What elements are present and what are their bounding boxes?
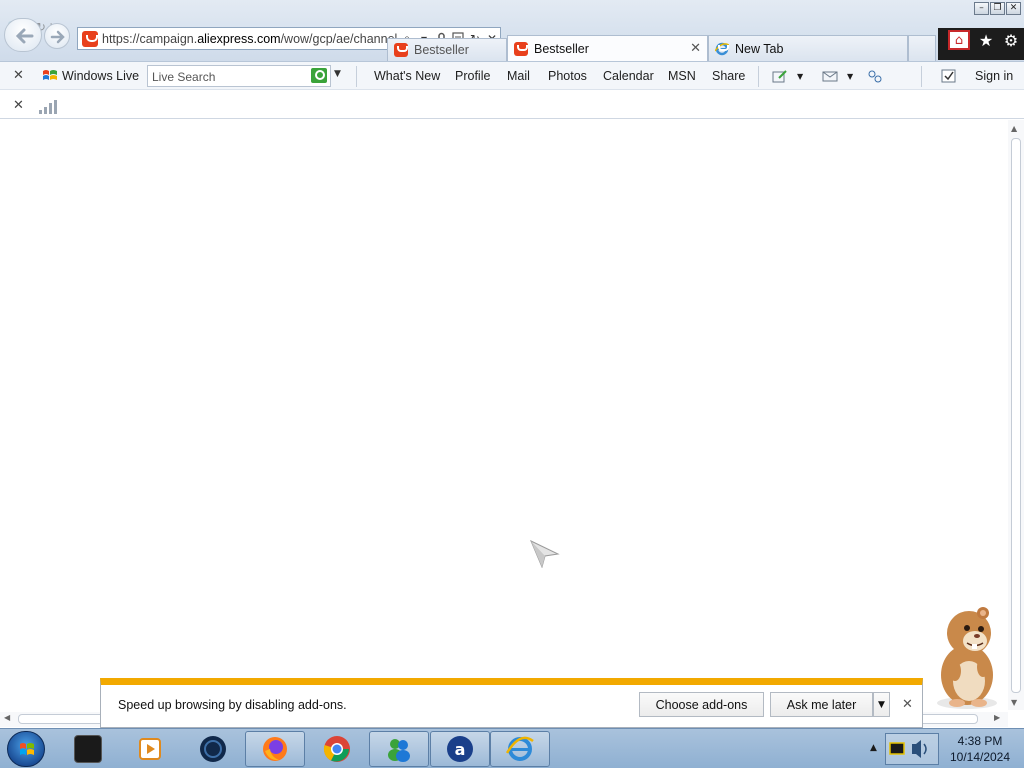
windows-live-label[interactable]: Windows Live: [62, 69, 139, 83]
aliexpress-favicon-icon: [82, 30, 98, 47]
taskbar-chrome[interactable]: [307, 731, 367, 767]
taskbar-messenger[interactable]: [369, 731, 429, 767]
taskbar-globe-app[interactable]: [183, 731, 243, 767]
back-button[interactable]: [4, 18, 42, 52]
scroll-down-icon[interactable]: ▼: [1011, 698, 1017, 707]
mail-envelope-icon[interactable]: [822, 69, 838, 83]
taskbar-firefox[interactable]: [245, 731, 305, 767]
link-mail[interactable]: Mail: [507, 69, 530, 83]
link-msn[interactable]: MSN: [668, 69, 696, 83]
media-player-icon: [139, 738, 161, 760]
clock-date: 10/14/2024: [949, 750, 1011, 764]
link-calendar[interactable]: Calendar: [603, 69, 654, 83]
notification-message: Speed up browsing by disabling add-ons.: [118, 698, 347, 712]
system-tray[interactable]: [885, 733, 939, 765]
dark-globe-icon: [200, 736, 226, 762]
show-hidden-icons[interactable]: ▲: [870, 743, 877, 753]
command-icons: ⌂ ★ ⚙: [938, 28, 1024, 60]
link-profile[interactable]: Profile: [455, 69, 490, 83]
close-toolbar-icon[interactable]: ✕: [13, 68, 24, 83]
taskbar-terminal[interactable]: [58, 731, 118, 767]
scroll-left-icon[interactable]: ◀: [4, 713, 10, 722]
address-url[interactable]: https://campaign.aliexpress.com/wow/gcp/…: [102, 32, 398, 46]
internet-explorer-icon: [506, 736, 534, 761]
search-go-icon[interactable]: [311, 68, 327, 83]
secondary-toolbar: ✕: [0, 91, 1024, 119]
taskbar-internet-explorer[interactable]: [490, 731, 550, 767]
tools-gear-icon[interactable]: ⚙: [1000, 30, 1022, 50]
toolbar-divider: [921, 66, 922, 87]
aliexpress-favicon-icon: [514, 41, 528, 56]
ask-later-dropdown-icon[interactable]: ▼: [873, 692, 890, 717]
firefox-icon: [263, 737, 287, 761]
toolbar-divider: [356, 66, 357, 87]
vertical-scrollbar[interactable]: ▲ ▼: [1008, 120, 1024, 710]
addons-notification-bar: Speed up browsing by disabling add-ons. …: [100, 678, 923, 728]
svg-text:a: a: [455, 740, 466, 759]
minimize-button[interactable]: –: [974, 2, 989, 15]
sign-in-link[interactable]: Sign in: [975, 69, 1013, 83]
forward-button[interactable]: [44, 23, 70, 49]
system-clock[interactable]: 4:38 PM 10/14/2024: [940, 733, 1020, 765]
close-toolbar-icon[interactable]: ✕: [13, 98, 24, 113]
taskbar-a-app[interactable]: a: [430, 731, 490, 767]
translate-icon[interactable]: [867, 69, 883, 83]
clock-time: 4:38 PM: [957, 734, 1003, 748]
messenger-people-icon: [388, 739, 410, 762]
mouse-cursor-icon: [530, 540, 560, 568]
live-search-input[interactable]: Live Search: [147, 65, 331, 87]
taskbar-media-player[interactable]: [120, 731, 180, 767]
checkbox-icon[interactable]: [941, 69, 957, 83]
home-icon[interactable]: ⌂: [948, 30, 970, 50]
new-tab-button[interactable]: [908, 35, 936, 61]
tab-label: Bestseller: [534, 41, 589, 56]
back-arrow-icon: [15, 28, 34, 44]
start-button[interactable]: [7, 731, 45, 767]
scroll-up-icon[interactable]: ▲: [1011, 124, 1017, 133]
tab-label: Bestseller: [414, 43, 469, 57]
choose-addons-button[interactable]: Choose add-ons: [639, 692, 764, 717]
mail-dropdown-icon[interactable]: ▼: [847, 72, 853, 81]
windows-flag-icon: [43, 70, 57, 80]
favorites-star-icon[interactable]: ★: [975, 30, 997, 50]
ask-me-later-button[interactable]: Ask me later: [770, 692, 873, 717]
hamster-mascot-image[interactable]: [925, 603, 1005, 713]
tab-close-icon[interactable]: ✕: [690, 41, 701, 56]
tab-label: New Tab: [735, 41, 784, 56]
link-whats-new[interactable]: What's New: [374, 69, 440, 83]
notification-close-icon[interactable]: ✕: [902, 697, 913, 712]
browser-titlebar: 🔒☰↻✕ https://campaign.aliexpress.com/wow…: [0, 0, 1024, 62]
windows-taskbar: a ▲ 4:38 PM 10/14/2024: [0, 728, 1024, 768]
chrome-icon: [323, 736, 350, 762]
link-share[interactable]: Share: [712, 69, 745, 83]
tab-new-tab[interactable]: New Tab: [708, 35, 908, 61]
close-window-button[interactable]: ✕: [1006, 2, 1021, 15]
ie-logo-icon: [714, 42, 730, 56]
page-content[interactable]: [0, 120, 1008, 710]
windows-logo-icon: [20, 743, 34, 755]
vertical-scroll-thumb[interactable]: [1011, 138, 1021, 693]
link-photos[interactable]: Photos: [548, 69, 587, 83]
tray-network-volume-icon: [889, 740, 927, 758]
toolbar-divider: [758, 66, 759, 87]
signal-bars-icon: [39, 100, 59, 114]
windows-live-toolbar: ✕ Windows Live Live Search ▼ What's New …: [0, 62, 1024, 90]
forward-arrow-icon: [50, 30, 65, 44]
aliexpress-favicon-icon: [394, 43, 408, 57]
blog-edit-icon[interactable]: [772, 69, 788, 83]
scroll-right-icon[interactable]: ▶: [994, 713, 1000, 722]
tab-bestseller-hidden[interactable]: Bestseller: [387, 38, 507, 61]
search-dropdown-icon[interactable]: ▼: [334, 69, 341, 79]
terminal-icon: [74, 735, 102, 763]
blog-dropdown-icon[interactable]: ▼: [797, 72, 803, 81]
tab-bestseller[interactable]: Bestseller ✕: [507, 35, 708, 61]
restore-button[interactable]: ❐: [990, 2, 1005, 15]
letter-a-app-icon: a: [447, 736, 473, 762]
